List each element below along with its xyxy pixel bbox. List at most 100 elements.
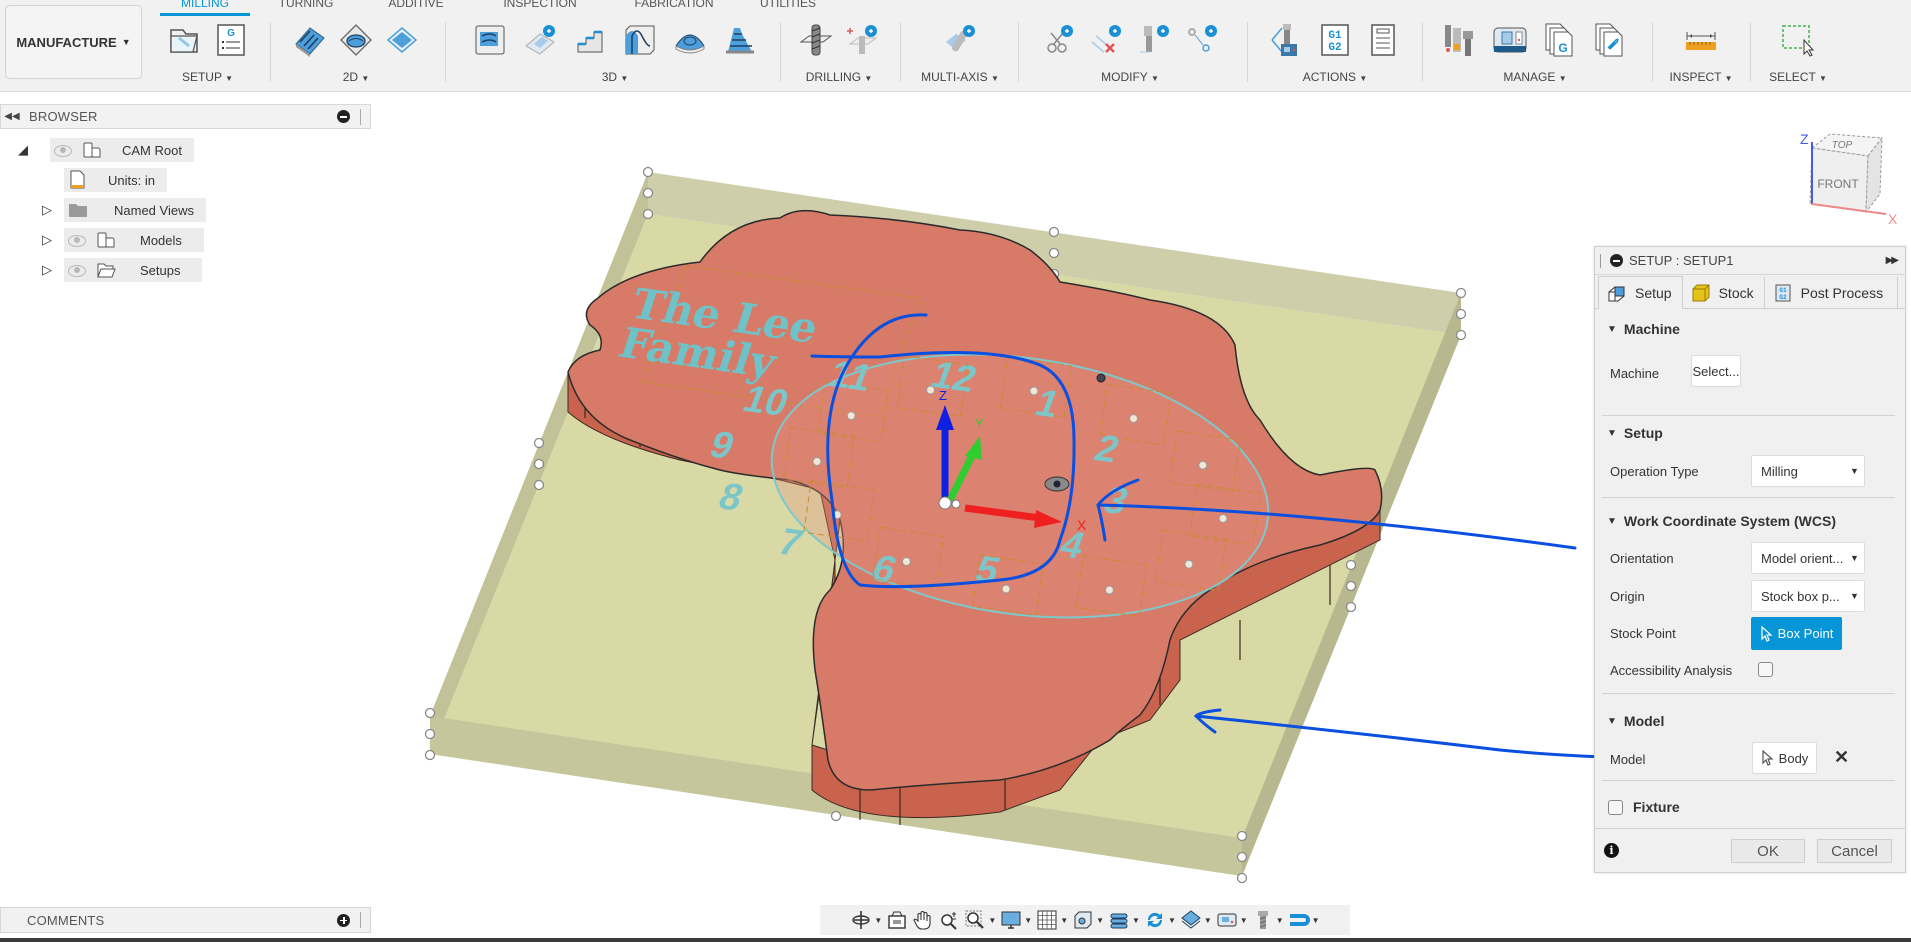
minimize-icon[interactable] <box>1610 254 1623 267</box>
sketch-point[interactable] <box>926 385 936 395</box>
sketch-point[interactable] <box>1129 414 1139 424</box>
sketch-point[interactable] <box>1198 460 1208 470</box>
machine-display-button[interactable]: ▼ <box>1216 908 1248 932</box>
tree-item-label: Setups <box>140 262 181 278</box>
visual-style-icon <box>1074 911 1092 929</box>
refresh-button[interactable]: ▼ <box>1144 908 1176 932</box>
display-settings-button[interactable]: ▼ <box>1000 908 1032 932</box>
post-process-tab-icon: G1G2 <box>1775 284 1791 301</box>
sketch-point[interactable] <box>901 556 911 566</box>
section-title: Work Coordinate System (WCS) <box>1623 513 1837 529</box>
zoom-button[interactable] <box>938 908 960 932</box>
section-title: Machine <box>1623 321 1680 337</box>
machine-select-button[interactable]: Select... <box>1691 355 1741 387</box>
chevron-down-icon: ▼ <box>1850 466 1859 476</box>
machine-label: Machine <box>1610 366 1660 381</box>
accessibility-analysis-checkbox[interactable] <box>1758 662 1773 677</box>
browser-panel-header: ◀◀ BROWSER <box>0 104 371 129</box>
origin-select[interactable]: Stock box p... ▼ <box>1751 580 1865 612</box>
divider <box>1602 415 1895 416</box>
tree-item-units[interactable]: Units: in <box>64 168 167 192</box>
component-icon <box>83 142 101 158</box>
select-value: Model orient... <box>1761 550 1844 566</box>
origin-label: Origin <box>1610 589 1645 604</box>
orientation-select[interactable]: Model orient... ▼ <box>1751 542 1865 574</box>
expand-icon[interactable]: ▶▶ <box>1886 255 1899 266</box>
grid-button[interactable]: ▼ <box>1036 908 1068 932</box>
dialog-footer: i OK Cancel <box>1595 828 1905 872</box>
sketch-point[interactable] <box>1104 585 1114 595</box>
operation-type-select[interactable]: Milling ▼ <box>1751 455 1865 487</box>
tab-post-process[interactable]: G1 G2 Post Process <box>1765 277 1899 308</box>
tab-setup[interactable]: Setup <box>1598 276 1683 309</box>
section-setup[interactable]: ▼ Setup <box>1607 425 1663 441</box>
drag-grip[interactable] <box>1600 253 1604 268</box>
orientation-label: Orientation <box>1610 551 1674 566</box>
tree-item-setups[interactable]: ▷ Setups <box>38 258 203 282</box>
sketch-point[interactable] <box>1001 584 1011 594</box>
collapse-panel-icon[interactable]: ◀◀ <box>1 111 23 122</box>
section-icon <box>1110 913 1128 929</box>
sketch-point[interactable] <box>846 411 856 421</box>
section-model[interactable]: ▼ Model <box>1607 713 1664 729</box>
view-cube[interactable]: TOP FRONT Z X <box>1790 128 1900 228</box>
expanded-triangle-icon[interactable]: ◢ <box>14 142 32 158</box>
fit-button[interactable]: ▼ <box>964 908 996 932</box>
look-at-button[interactable] <box>886 908 908 932</box>
collapse-triangle-icon: ▼ <box>1607 427 1617 439</box>
tree-item-models[interactable]: ▷ Models <box>38 228 204 252</box>
section-machine[interactable]: ▼ Machine <box>1607 321 1680 337</box>
tool-display-button[interactable]: ▼ <box>1252 908 1284 932</box>
visibility-eye-icon[interactable] <box>68 264 86 277</box>
tree-item-label: CAM Root <box>122 142 182 158</box>
minimize-icon[interactable] <box>337 110 350 123</box>
pan-button[interactable] <box>912 908 934 932</box>
section-button[interactable]: ▼ <box>1108 908 1140 932</box>
viewcube-front-label[interactable]: FRONT <box>1817 177 1859 191</box>
document-units-icon <box>70 170 85 189</box>
stock-point-button[interactable]: Box Point <box>1751 617 1842 650</box>
sketch-point[interactable] <box>812 456 822 466</box>
chevron-down-icon: ▼ <box>1850 553 1859 563</box>
tab-label: Setup <box>1635 284 1672 301</box>
svg-text:G1: G1 <box>1779 287 1787 294</box>
viewcube-top-label[interactable]: TOP <box>1832 140 1853 151</box>
cancel-button[interactable]: Cancel <box>1817 839 1892 863</box>
axis-label-x: X <box>1077 517 1087 533</box>
collapsed-triangle-icon[interactable]: ▷ <box>38 232 56 248</box>
info-icon[interactable]: i <box>1604 843 1619 858</box>
panel-grip[interactable] <box>360 108 366 125</box>
add-comment-icon[interactable] <box>337 913 350 927</box>
visual-style-button[interactable]: ▼ <box>1072 908 1104 932</box>
select-value: Stock box p... <box>1761 588 1840 604</box>
dialog-header[interactable]: SETUP : SETUP1 ▶▶ <box>1595 247 1905 275</box>
cursor-arrow-icon <box>1762 750 1774 766</box>
clear-selection-icon[interactable]: ✕ <box>1834 747 1849 768</box>
model-body-button[interactable]: Body <box>1752 742 1817 774</box>
fixture-checkbox[interactable] <box>1608 800 1623 815</box>
fit-icon <box>965 910 985 929</box>
component-icon <box>97 232 115 248</box>
comments-title: COMMENTS <box>27 912 105 928</box>
sketch-point[interactable] <box>1184 559 1194 569</box>
collapsed-triangle-icon[interactable]: ▷ <box>38 262 56 278</box>
button-label: Body <box>1778 750 1809 766</box>
tree-item-named-views[interactable]: ▷ Named Views <box>38 198 206 222</box>
tree-item-cam-root[interactable]: ◢ CAM Root <box>14 138 194 162</box>
sketch-point[interactable] <box>1218 514 1228 524</box>
sketch-point[interactable] <box>1029 386 1039 396</box>
pan-icon <box>913 911 931 930</box>
zoom-icon <box>941 912 958 930</box>
divider <box>1602 780 1895 781</box>
tab-stock[interactable]: Stock <box>1683 277 1765 308</box>
panel-grip[interactable] <box>360 912 366 928</box>
visibility-eye-icon[interactable] <box>54 144 72 157</box>
section-wcs[interactable]: ▼ Work Coordinate System (WCS) <box>1607 513 1836 529</box>
stock-display-button[interactable]: ▼ <box>1180 908 1212 932</box>
toolpath-display-button[interactable]: ▼ <box>1288 908 1320 932</box>
ok-button[interactable]: OK <box>1731 839 1805 863</box>
orbit-button[interactable]: ▼ <box>850 908 882 932</box>
tab-label: Post Process <box>1800 284 1884 301</box>
collapsed-triangle-icon[interactable]: ▷ <box>38 202 56 218</box>
visibility-eye-icon[interactable] <box>68 234 86 247</box>
